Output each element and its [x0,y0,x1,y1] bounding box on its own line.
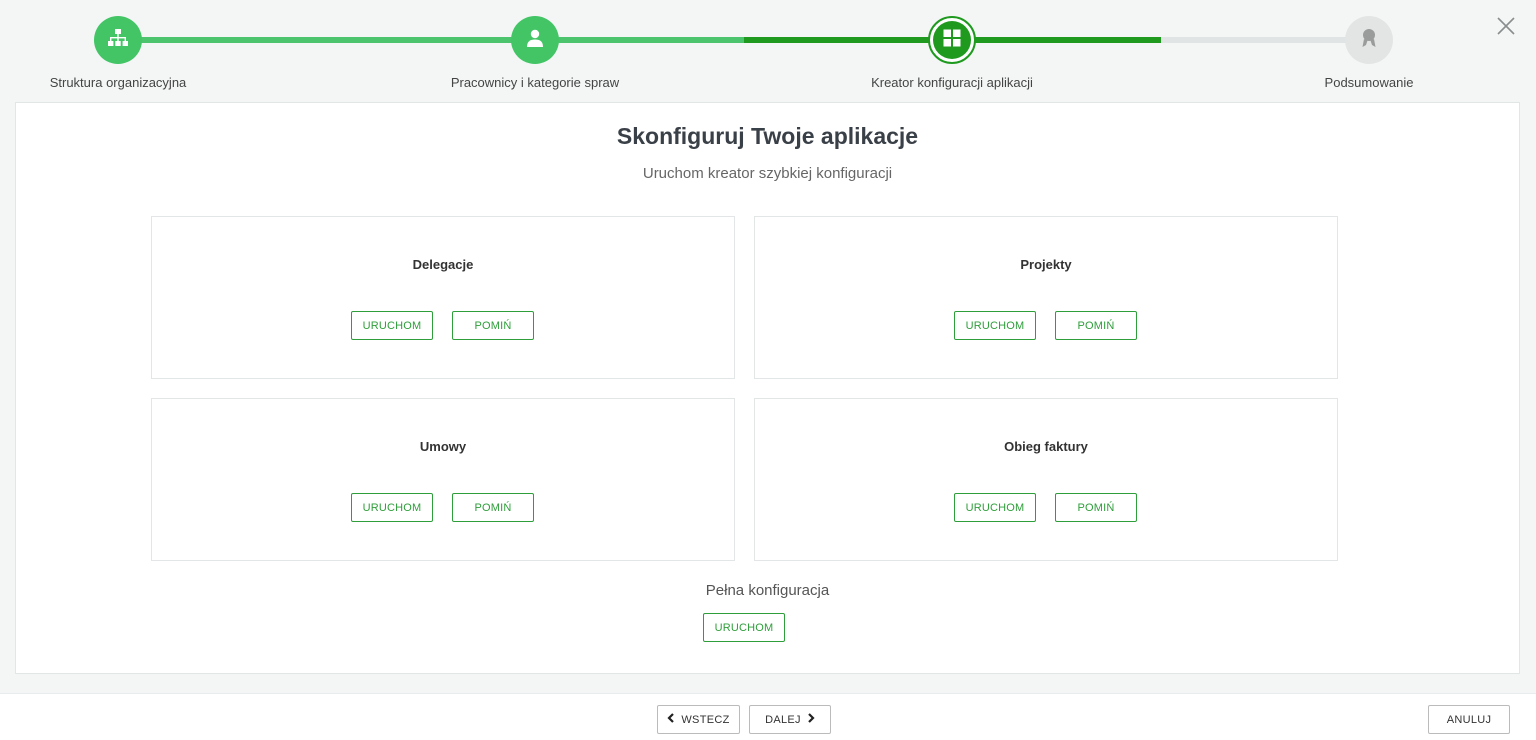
sitemap-icon [108,28,128,52]
wizard-stepper: Struktura organizacyjna Pracownicy i kat… [0,0,1536,100]
step-label-podsumowanie: Podsumowanie [1324,75,1414,90]
step-pracownicy[interactable] [511,16,559,64]
app-card-umowy: Umowy URUCHOM POMIŃ [151,398,735,561]
skip-delegacje-button[interactable]: POMIŃ [452,311,534,340]
step-podsumowanie[interactable] [1345,16,1393,64]
back-button[interactable]: WSTECZ [657,705,740,734]
step-label-kreator: Kreator konfiguracji aplikacji [871,75,1033,90]
run-delegacje-button[interactable]: URUCHOM [351,311,433,340]
skip-projekty-button[interactable]: POMIŃ [1055,311,1137,340]
footer-bar: WSTECZ DALEJ ANULUJ [0,693,1536,740]
stepper-track-pending [1161,37,1369,43]
stepper-track-completed [118,37,744,43]
app-card-delegacje: Delegacje URUCHOM POMIŃ [151,216,735,379]
skip-umowy-button[interactable]: POMIŃ [452,493,534,522]
back-button-label: WSTECZ [681,713,730,726]
close-icon[interactable] [1496,16,1516,36]
main-panel: Skonfiguruj Twoje aplikacje Uruchom krea… [15,102,1520,674]
step-kreator[interactable] [928,16,976,64]
step-label-struktura: Struktura organizacyjna [49,75,187,90]
app-card-obieg-faktury: Obieg faktury URUCHOM POMIŃ [754,398,1338,561]
step-label-pracownicy: Pracownicy i kategorie spraw [450,75,620,90]
step-struktura[interactable] [94,16,142,64]
run-obieg-faktury-button[interactable]: URUCHOM [954,493,1036,522]
run-projekty-button[interactable]: URUCHOM [954,311,1036,340]
run-full-config-button[interactable]: URUCHOM [703,613,785,642]
run-umowy-button[interactable]: URUCHOM [351,493,433,522]
user-icon [526,29,544,52]
app-card-title: Umowy [419,439,467,454]
skip-obieg-faktury-button[interactable]: POMIŃ [1055,493,1137,522]
page-subtitle: Uruchom kreator szybkiej konfiguracji [642,165,893,182]
chevron-right-icon [807,713,815,726]
chevron-left-icon [667,713,675,726]
next-button-label: DALEJ [765,713,801,726]
app-card-title: Delegacje [412,257,474,272]
next-button[interactable]: DALEJ [749,705,831,734]
page-title: Skonfiguruj Twoje aplikacje [616,123,919,149]
app-card-projekty: Projekty URUCHOM POMIŃ [754,216,1338,379]
award-icon [1361,28,1377,53]
full-config-title: Pełna konfiguracja [705,582,830,599]
cancel-button[interactable]: ANULUJ [1428,705,1510,734]
apps-grid-icon [943,29,961,52]
app-card-title: Obieg faktury [1004,439,1088,454]
app-card-title: Projekty [1020,257,1072,272]
